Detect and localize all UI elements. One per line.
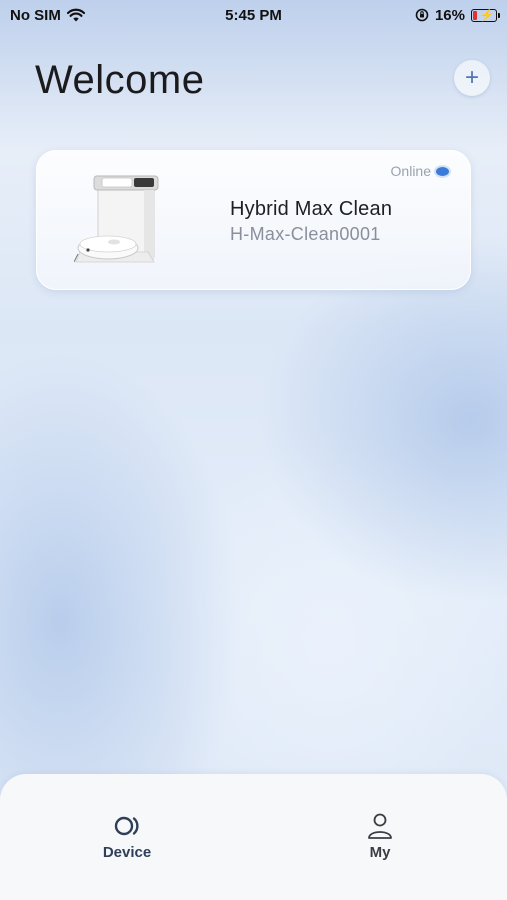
- battery-icon: ⚡: [471, 8, 500, 22]
- wifi-icon: [66, 8, 85, 22]
- status-bar: No SIM 5:45 PM 16% ⚡: [0, 0, 507, 30]
- device-id: H-Max-Clean0001: [230, 224, 381, 244]
- add-device-button[interactable]: +: [454, 60, 490, 96]
- device-card[interactable]: Online Hybrid Max Clean H-Max-Clean0001: [36, 150, 471, 290]
- battery-percent: 16%: [434, 6, 465, 24]
- robot-vacuum-station-image: [74, 175, 159, 263]
- tab-device-label: Device: [102, 844, 152, 861]
- tab-device[interactable]: Device: [82, 812, 172, 861]
- page-title: Welcome: [35, 58, 205, 102]
- online-status-label: Online: [390, 163, 431, 179]
- tab-bar: Device My: [0, 774, 507, 900]
- status-right: 16% ⚡: [415, 6, 500, 24]
- device-icon: [114, 816, 139, 836]
- orientation-lock-icon: [415, 8, 429, 22]
- tab-my-label: My: [369, 844, 391, 861]
- device-name: Hybrid Max Clean: [230, 198, 393, 220]
- tab-my[interactable]: My: [335, 812, 425, 861]
- carrier-label: No SIM: [10, 6, 61, 24]
- person-icon: [368, 813, 392, 839]
- plus-icon: +: [464, 64, 479, 91]
- status-left: No SIM: [10, 7, 85, 24]
- online-status: Online: [391, 163, 449, 179]
- online-indicator-icon: [436, 166, 449, 176]
